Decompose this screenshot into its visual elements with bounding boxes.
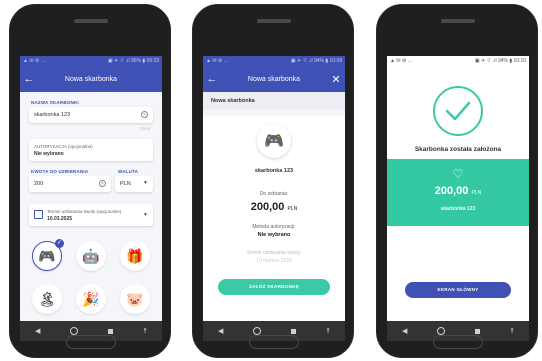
status-right: ▣ ✈ ⌔ .ıl 34% ▮ 10:10 (474, 58, 526, 64)
nav-recents-icon[interactable] (291, 328, 297, 334)
accessibility-icon[interactable]: ☨ (143, 327, 147, 335)
goal-amount-line: 200,00 PLN (203, 201, 345, 213)
deadline-label: Termin uzbierania kwoty (opcjonalne) (47, 209, 122, 214)
back-arrow-icon[interactable]: ← (203, 73, 221, 85)
currency-select[interactable]: PLN ▼ (115, 176, 153, 192)
deadline-label: Termin uzbierania kwoty: (246, 250, 302, 256)
status-left: ▲ ✉ ⚙ … (390, 58, 413, 64)
sticker-piggy-bank[interactable]: 🐷 (120, 284, 150, 314)
phone-frame-summary: ▲ ✉ ⚙ … ▣ ✈ ⌔ .ıl 94% ▮ 10:09 ← Nowa ska… (192, 4, 354, 358)
home-button (66, 335, 116, 349)
piggy-bank-icon: ♡ (452, 167, 464, 181)
name-field[interactable]: skarbonka 123 × (29, 107, 153, 123)
auth-label: Metoda autoryzacji: (252, 224, 296, 230)
status-bar: ▲ ✉ ⚙ … ▣ ✈ ⌔ .ıl 95% ▮ 09:23 (20, 56, 162, 66)
amount-value: 200 (34, 181, 44, 187)
authorization-field[interactable]: AUTORYZACJA (opcjonalne) Nie wybrano (29, 139, 153, 161)
auth-label: AUTORYZACJA (opcjonalne) (34, 144, 93, 149)
nav-home-icon[interactable] (70, 327, 79, 335)
calendar-icon (34, 210, 43, 219)
page-title: Nowa skarbonka (247, 75, 301, 83)
back-arrow-icon[interactable]: ← (20, 73, 38, 85)
speaker (74, 19, 108, 23)
page-title: Nowa skarbonka (64, 75, 118, 83)
deadline-value: 10.03.2025 (47, 216, 73, 222)
status-left: ▲ ✉ ⚙ … (206, 58, 229, 64)
speaker (257, 19, 291, 23)
phone-frame-create: ▲ ✉ ⚙ … ▣ ✈ ⌔ .ıl 95% ▮ 09:23 ← Nowa ska… (9, 4, 171, 358)
status-bar: ▲ ✉ ⚙ … ▣ ✈ ⌔ .ıl 94% ▮ 10:09 (203, 56, 345, 66)
app-bar: ← Nowa skarbonka ✕ (203, 66, 345, 92)
goal-amount: 200,00 (250, 201, 285, 213)
summary-card: 🎮 skarbonka 123 Do zebrania: 200,00 PLN … (203, 116, 345, 321)
currency-value: PLN (120, 181, 131, 187)
amount-line: 200,00 PLN (387, 185, 529, 197)
name-counter: 13/15 (139, 126, 150, 131)
section-title: Nowa skarbonka (203, 92, 345, 110)
home-screen-button[interactable]: EKRAN GŁÓWNY (405, 282, 511, 298)
nav-home-icon[interactable] (437, 327, 446, 335)
chevron-down-icon: ▼ (143, 212, 148, 218)
success-band: ♡ 200,00 PLN skarbonka 123 (387, 159, 529, 226)
success-check-icon (433, 86, 483, 136)
sticker-gift[interactable]: 🎁 (120, 241, 150, 271)
deadline-field[interactable]: Termin uzbierania kwoty (opcjonalne) 10.… (29, 204, 153, 226)
amount-value: 200,00 (434, 185, 469, 197)
clear-icon[interactable]: × (141, 111, 148, 118)
nav-recents-icon[interactable] (108, 328, 114, 334)
home-button (433, 335, 483, 349)
sticker-island[interactable]: 🏝 (32, 284, 62, 314)
phone-frame-success: ▲ ✉ ⚙ … ▣ ✈ ⌔ .ıl 34% ▮ 10:10 Skarbonka … (376, 4, 538, 358)
nav-back-icon[interactable]: ◀ (35, 327, 40, 335)
clear-icon[interactable]: × (99, 180, 106, 187)
status-right: ▣ ✈ ⌔ .ıl 94% ▮ 10:09 (290, 58, 342, 64)
check-icon: ✓ (55, 239, 64, 248)
nav-back-icon[interactable]: ◀ (402, 327, 407, 335)
screen-success: ▲ ✉ ⚙ … ▣ ✈ ⌔ .ıl 34% ▮ 10:10 Skarbonka … (387, 56, 529, 341)
currency-label: WALUTA (118, 169, 139, 174)
auth-value: Nie wybrano (257, 232, 291, 238)
sticker-robot[interactable]: 🤖 (76, 241, 106, 271)
name-value: skarbonka 123 (34, 112, 71, 118)
amount-currency: PLN (471, 190, 482, 196)
auth-value: Nie wybrano (34, 151, 64, 157)
nav-recents-icon[interactable] (475, 328, 481, 334)
name-label: NAZWA SKARBONKI (31, 100, 79, 105)
status-left: ▲ ✉ ⚙ … (23, 58, 46, 64)
create-piggy-bank-button[interactable]: ZAŁÓŻ SKARBONKĘ (218, 279, 330, 295)
screen-create-form: ▲ ✉ ⚙ … ▣ ✈ ⌔ .ıl 95% ▮ 09:23 ← Nowa ska… (20, 56, 162, 341)
status-bar: ▲ ✉ ⚙ … ▣ ✈ ⌔ .ıl 34% ▮ 10:10 (387, 56, 529, 66)
deadline-value: 10 marzec 2025 (256, 258, 292, 264)
app-bar: ← Nowa skarbonka (20, 66, 162, 92)
piggy-bank-name: skarbonka 123 (440, 206, 476, 212)
home-button (249, 335, 299, 349)
sticker-party[interactable]: 🎉 (76, 284, 106, 314)
game-controller-icon: 🎮 (257, 124, 291, 158)
accessibility-icon[interactable]: ☨ (326, 327, 330, 335)
speaker (441, 19, 475, 23)
nav-home-icon[interactable] (253, 327, 262, 335)
goal-currency: PLN (287, 206, 298, 212)
success-message: Skarbonka została założona (414, 146, 502, 153)
status-right: ▣ ✈ ⌔ .ıl 95% ▮ 09:23 (107, 58, 159, 64)
accessibility-icon[interactable]: ☨ (510, 327, 514, 335)
amount-field[interactable]: 200 × (29, 176, 111, 192)
chevron-down-icon: ▼ (143, 180, 148, 186)
screen-summary: ▲ ✉ ⚙ … ▣ ✈ ⌔ .ıl 94% ▮ 10:09 ← Nowa ska… (203, 56, 345, 341)
goal-label: Do zebrania: (259, 191, 289, 197)
amount-label: KWOTA DO UZBIERANIA (31, 169, 89, 174)
piggy-bank-name: skarbonka 123 (254, 168, 294, 174)
nav-back-icon[interactable]: ◀ (218, 327, 223, 335)
close-icon[interactable]: ✕ (327, 73, 345, 86)
